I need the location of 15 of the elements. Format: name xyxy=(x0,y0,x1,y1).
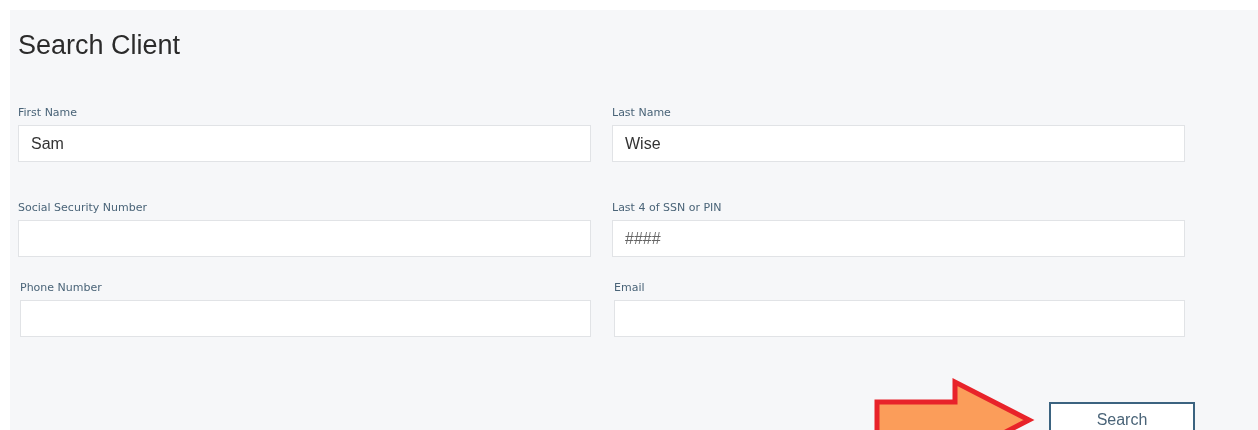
search-button[interactable]: Search xyxy=(1049,402,1195,430)
input-field[interactable] xyxy=(614,300,1185,337)
field-label: Email xyxy=(614,281,645,294)
input-field[interactable] xyxy=(20,300,591,337)
arrow-icon xyxy=(873,380,1035,430)
field-label: First Name xyxy=(18,106,78,119)
field-label: Last Name xyxy=(612,106,671,119)
page-title: Search Client xyxy=(18,29,182,62)
input-field[interactable]: Sam xyxy=(18,125,591,162)
field-label: Social Security Number xyxy=(18,201,147,214)
field-label: Phone Number xyxy=(20,281,102,294)
input-field[interactable]: Wise xyxy=(612,125,1185,162)
field-label: Last 4 of SSN or PIN xyxy=(612,201,722,214)
input-field[interactable]: #### xyxy=(612,220,1185,257)
input-field[interactable] xyxy=(18,220,591,257)
